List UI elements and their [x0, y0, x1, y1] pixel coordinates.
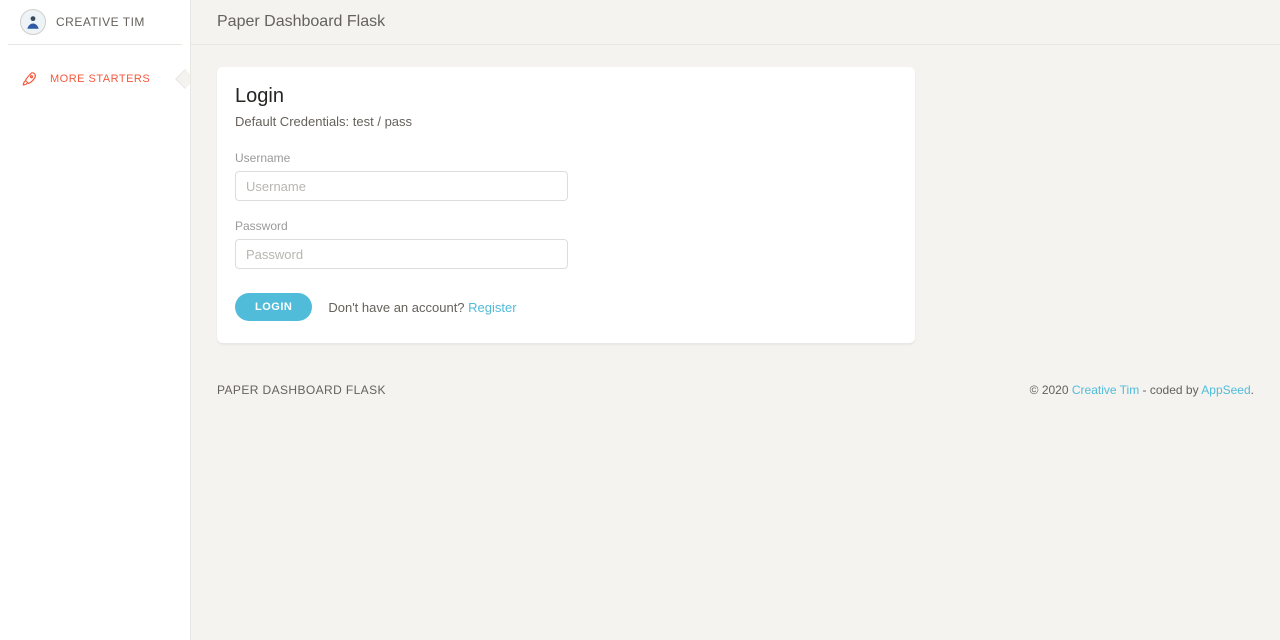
login-subtitle: Default Credentials: test / pass [235, 114, 897, 129]
password-group: Password [235, 219, 897, 269]
avatar-icon [24, 13, 42, 31]
username-input[interactable] [235, 171, 568, 201]
sidebar: CREATIVE TIM More Starters [0, 0, 190, 640]
login-card: Login Default Credentials: test / pass U… [217, 67, 915, 343]
brand-link[interactable]: CREATIVE TIM [56, 15, 145, 29]
form-actions: Login Don't have an account? Register [235, 293, 897, 321]
sidebar-header: CREATIVE TIM [8, 0, 182, 45]
username-label: Username [235, 151, 897, 165]
login-button[interactable]: Login [235, 293, 312, 321]
footer-period: . [1251, 383, 1254, 397]
username-group: Username [235, 151, 897, 201]
content: Login Default Credentials: test / pass U… [191, 45, 1280, 343]
coded-by-text: - coded by [1139, 383, 1201, 397]
sidebar-nav: More Starters [0, 45, 190, 113]
page-title: Paper Dashboard Flask [217, 13, 385, 31]
sidebar-item-label: More Starters [50, 73, 150, 85]
password-input[interactable] [235, 239, 568, 269]
login-title: Login [235, 85, 897, 108]
sidebar-item-more-starters[interactable]: More Starters [6, 61, 184, 97]
rocket-icon [20, 69, 40, 89]
appseed-link[interactable]: AppSeed [1201, 383, 1250, 397]
register-link[interactable]: Register [468, 300, 516, 315]
no-account-text: Don't have an account? [328, 300, 468, 315]
topbar: Paper Dashboard Flask [191, 0, 1280, 45]
footer-right: © 2020 Creative Tim - coded by AppSeed. [1030, 383, 1254, 397]
footer-left: Paper Dashboard Flask [217, 383, 386, 397]
password-label: Password [235, 219, 897, 233]
avatar [20, 9, 46, 35]
footer: Paper Dashboard Flask © 2020 Creative Ti… [191, 343, 1280, 397]
creative-tim-link[interactable]: Creative Tim [1072, 383, 1139, 397]
main-panel: Paper Dashboard Flask Login Default Cred… [190, 0, 1280, 640]
register-prompt: Don't have an account? Register [328, 300, 516, 315]
copyright-prefix: © 2020 [1030, 383, 1072, 397]
